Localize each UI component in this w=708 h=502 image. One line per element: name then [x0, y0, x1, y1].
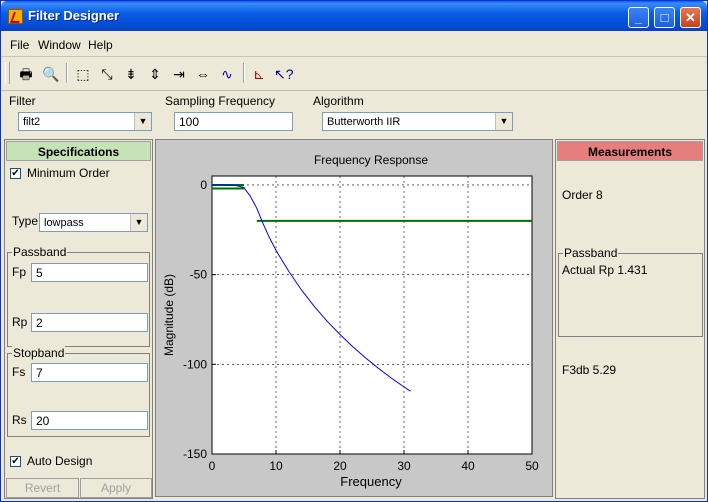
passband-group: Passband Fp 5 Rp 2	[7, 245, 150, 347]
y-tick-label: 0	[200, 178, 207, 192]
toolbar-separator	[243, 63, 245, 83]
zoom-fit-icon[interactable]: ⤡	[98, 65, 116, 83]
chevron-down-icon[interactable]: ▼	[495, 113, 512, 130]
rs-input[interactable]: 20	[31, 411, 148, 430]
f3db-text: F3db 5.29	[562, 363, 617, 377]
minimum-order-label: Minimum Order	[27, 166, 110, 180]
chart-title: Frequency Response	[314, 153, 428, 167]
menu-window[interactable]: Window	[38, 38, 81, 52]
fs-input[interactable]: 7	[31, 363, 148, 382]
algorithm-select-value: Butterworth IIR	[327, 116, 401, 128]
measurements-header: Measurements	[557, 141, 703, 161]
app-icon	[8, 9, 23, 24]
menu-bar: File Window Help	[1, 32, 707, 57]
frequency-response-chart[interactable]: 0 10 20 30 40 50 0 -50 -100 -150 Frequency Respon…	[156, 140, 552, 496]
minimize-icon: _	[634, 10, 643, 25]
rp-label: Rp	[12, 315, 28, 329]
x-tick-label: 20	[333, 459, 347, 473]
x-tick-label: 30	[397, 459, 411, 473]
filter-select-value: filt2	[23, 116, 41, 128]
rp-input[interactable]: 2	[31, 313, 148, 332]
measurements-passband-title: Passband	[563, 246, 619, 260]
toolbar: 🖶 🔍 ⬚ ⤡ ⇟ ⇕ ⇥ ⇔ ∿ ⊾ ↖?	[1, 57, 707, 91]
menu-file[interactable]: File	[10, 38, 29, 52]
title-bar[interactable]: Filter Designer _ □ ✕	[1, 1, 707, 31]
close-button[interactable]: ✕	[680, 7, 701, 28]
type-label: Type	[12, 214, 39, 228]
chevron-down-icon[interactable]: ▼	[134, 113, 151, 130]
fp-input[interactable]: 5	[31, 263, 148, 282]
measurements-panel: Measurements Order 8 Passband Actual Rp …	[555, 139, 705, 499]
zoom-y-out-icon[interactable]: ⇕	[146, 65, 164, 83]
fs-label: Fs	[12, 365, 26, 379]
minimum-order-checkbox[interactable]: ✔	[10, 168, 21, 179]
minimize-button[interactable]: _	[628, 7, 649, 28]
close-icon: ✕	[685, 10, 696, 25]
stopband-group: Stopband Fs 7 Rs 20	[7, 346, 150, 437]
passband-title: Passband	[12, 245, 68, 259]
plot-axes-box	[211, 175, 533, 455]
specifications-panel: Specifications ✔ Minimum Order Type lowp…	[4, 139, 153, 499]
sampling-frequency-label: Sampling Frequency	[165, 94, 276, 108]
actual-rp-text: Actual Rp 1.431	[562, 263, 648, 277]
maximize-icon: □	[660, 10, 669, 25]
y-tick-label: -50	[190, 268, 208, 282]
filter-select[interactable]: filt2 ▼	[18, 112, 152, 131]
zoom-box-icon[interactable]: ⬚	[74, 65, 92, 83]
x-axis-label: Frequency	[340, 474, 402, 489]
auto-design-label: Auto Design	[27, 454, 93, 468]
revert-button[interactable]: Revert	[6, 478, 79, 498]
x-tick-label: 0	[209, 459, 216, 473]
fp-label: Fp	[12, 265, 27, 279]
type-select[interactable]: lowpass ▼	[39, 213, 148, 232]
specifications-header: Specifications	[6, 141, 151, 161]
toolbar-separator	[66, 63, 68, 83]
toolbar-grip[interactable]	[5, 62, 10, 84]
filter-designer-window: Filter Designer _ □ ✕ File Window Help 🖶…	[0, 0, 708, 502]
measurements-passband-group: Passband Actual Rp 1.431	[558, 246, 703, 337]
order-text: Order 8	[562, 188, 603, 202]
sampling-frequency-input[interactable]: 100	[174, 112, 293, 131]
algorithm-select[interactable]: Butterworth IIR ▼	[322, 112, 513, 131]
zoom-y-in-icon[interactable]: ⇟	[122, 65, 140, 83]
filter-response-icon[interactable]: ⊾	[250, 65, 268, 83]
print-icon[interactable]: 🖶	[17, 65, 35, 83]
x-tick-label: 40	[461, 459, 475, 473]
chevron-down-icon[interactable]: ▼	[130, 214, 147, 231]
y-tick-label: -150	[183, 447, 207, 461]
x-tick-label: 10	[269, 459, 283, 473]
filter-label: Filter	[9, 94, 36, 108]
zoom-x-in-icon[interactable]: ⇥	[170, 65, 188, 83]
maximize-button[interactable]: □	[654, 7, 675, 28]
print-preview-icon[interactable]: 🔍	[42, 65, 60, 83]
plot-area: 0 10 20 30 40 50 0 -50 -100 -150 Frequency Respon…	[155, 139, 553, 497]
type-select-value: lowpass	[44, 217, 84, 229]
x-tick-label: 50	[525, 459, 539, 473]
menu-help[interactable]: Help	[88, 38, 113, 52]
window-title: Filter Designer	[28, 8, 120, 23]
y-axis-label: Magnitude (dB)	[162, 274, 176, 356]
auto-design-checkbox[interactable]: ✔	[10, 456, 21, 467]
full-view-icon[interactable]: ∿	[218, 65, 236, 83]
algorithm-label: Algorithm	[313, 94, 364, 108]
apply-button[interactable]: Apply	[80, 478, 152, 498]
y-tick-label: -100	[183, 357, 207, 371]
rs-label: Rs	[12, 413, 27, 427]
zoom-x-out-icon[interactable]: ⇔	[194, 65, 212, 83]
context-help-icon[interactable]: ↖?	[274, 65, 294, 83]
stopband-title: Stopband	[12, 346, 66, 360]
